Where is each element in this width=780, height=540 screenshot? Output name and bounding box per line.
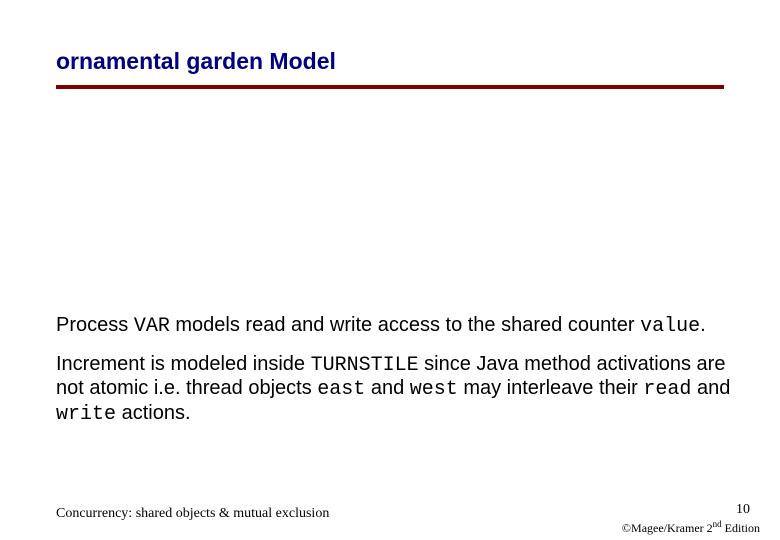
copyright-pre: ©Magee/Kramer 2	[622, 521, 713, 535]
paragraph-1: Process VAR models read and write access…	[56, 314, 740, 339]
page-number: 10	[736, 502, 750, 518]
code-var: VAR	[134, 315, 170, 338]
text: may interleave their	[458, 377, 644, 399]
code-read: read	[643, 378, 691, 401]
footer-copyright: ©Magee/Kramer 2nd Edition	[622, 519, 760, 536]
text: Process	[56, 314, 134, 336]
text: actions.	[116, 402, 190, 424]
code-value: value	[640, 315, 700, 338]
paragraph-2: Increment is modeled inside TURNSTILE si…	[56, 353, 740, 427]
code-turnstile: TURNSTILE	[311, 354, 419, 377]
text: .	[700, 314, 706, 336]
text: and	[691, 377, 730, 399]
slide-title: ornamental garden Model	[56, 48, 724, 75]
copyright-post: Edition	[722, 521, 760, 535]
footer-left: Concurrency: shared objects & mutual exc…	[56, 506, 329, 522]
code-write: write	[56, 403, 116, 426]
slide: ornamental garden Model Process VAR mode…	[0, 0, 780, 540]
text: Increment is modeled inside	[56, 353, 311, 375]
code-east: east	[317, 378, 365, 401]
text: models read and write access to the shar…	[170, 314, 640, 336]
body-block: Process VAR models read and write access…	[56, 314, 740, 440]
title-rule	[56, 85, 724, 89]
copyright-sup: nd	[713, 519, 722, 529]
code-west: west	[410, 378, 458, 401]
text: and	[365, 377, 409, 399]
